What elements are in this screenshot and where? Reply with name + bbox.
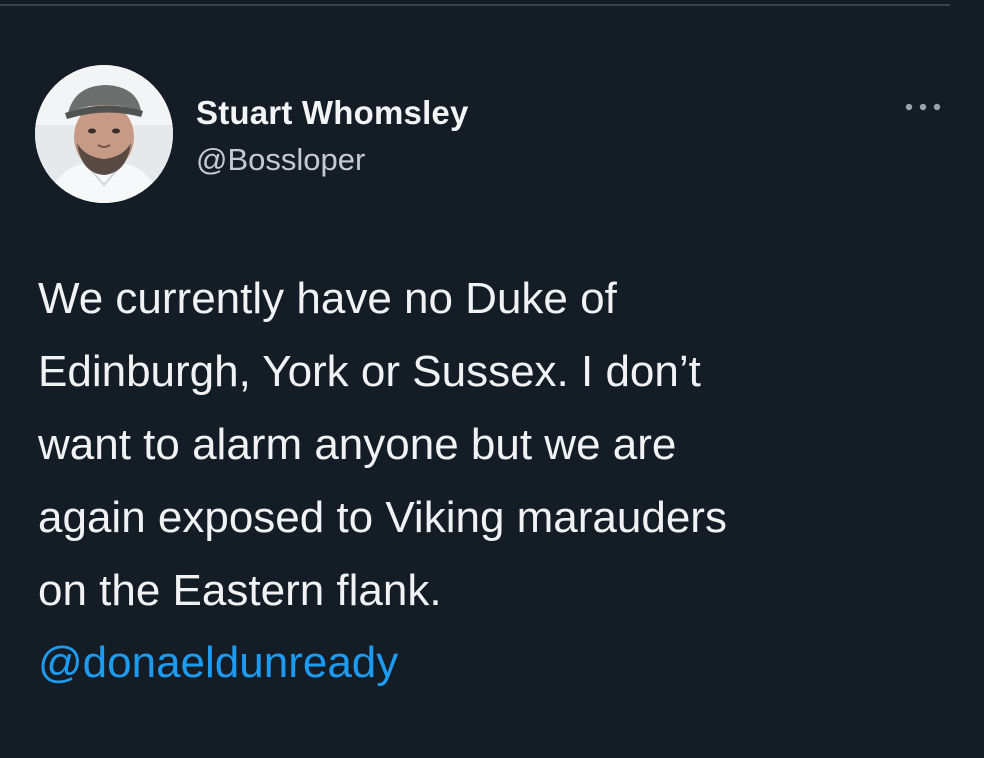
avatar[interactable] [35, 65, 173, 203]
tweet-text: We currently have no Duke of Edinburgh, … [38, 262, 938, 627]
author-name[interactable]: Stuart Whomsley [196, 94, 469, 132]
author-handle[interactable]: @Bossloper [196, 142, 365, 178]
top-divider [0, 4, 950, 6]
more-options-button[interactable] [900, 92, 946, 122]
tweet-text-line: again exposed to Viking marauders [38, 493, 727, 542]
tweet-text-line: on the Eastern flank. [38, 566, 442, 615]
tweet-text-line: Edinburgh, York or Sussex. I don’t [38, 347, 701, 396]
mention-link[interactable]: @donaeldunready [38, 626, 398, 699]
tweet-text-line: want to alarm anyone but we are [38, 420, 677, 469]
tweet-text-line: We currently have no Duke of [38, 274, 617, 323]
tweet-card: Stuart Whomsley @Bossloper We currently … [0, 0, 984, 758]
more-options-icon [905, 103, 941, 111]
profile-photo-icon [35, 65, 173, 203]
